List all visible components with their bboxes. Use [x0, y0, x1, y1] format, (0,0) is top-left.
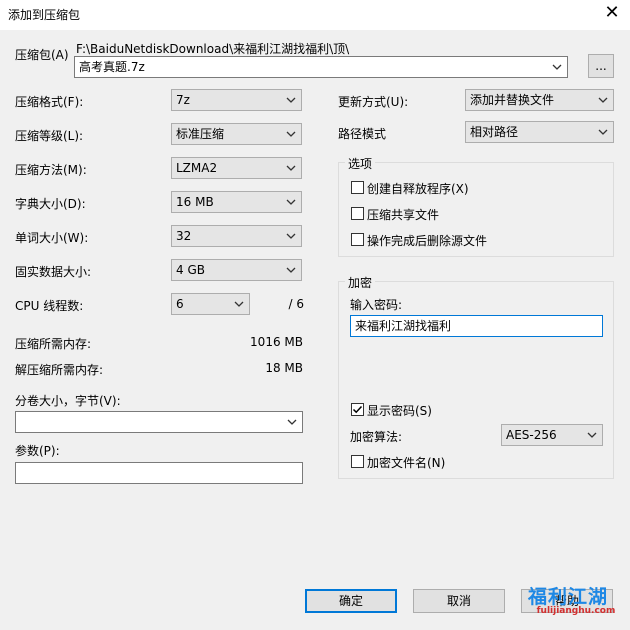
- mem-decompress-value: 18 MB: [265, 361, 303, 375]
- word-value: 32: [176, 229, 192, 243]
- chevron-down-icon: [286, 415, 298, 429]
- chevron-down-icon: [586, 428, 598, 442]
- dict-label: 字典大小(D):: [15, 197, 86, 211]
- volumes-combo[interactable]: [15, 411, 303, 433]
- chevron-down-icon: [597, 93, 609, 107]
- update-value: 添加并替换文件: [470, 93, 555, 107]
- ok-button[interactable]: 确定: [305, 589, 397, 613]
- format-combo[interactable]: 7z: [171, 89, 302, 111]
- params-label: 参数(P):: [15, 444, 60, 458]
- delete-source-label[interactable]: 操作完成后删除源文件: [367, 232, 487, 249]
- method-value: LZMA2: [176, 161, 218, 175]
- encrypt-names-checkbox[interactable]: [351, 455, 364, 468]
- enc-method-label: 加密算法:: [350, 430, 403, 444]
- cancel-button[interactable]: 取消: [413, 589, 505, 613]
- word-label: 单词大小(W):: [15, 231, 89, 245]
- password-value: 来福利江湖找福利: [355, 319, 452, 333]
- mem-compress-label: 压缩所需内存:: [15, 337, 92, 351]
- archive-name-combo[interactable]: 高考真题.7z: [74, 56, 568, 78]
- format-label: 压缩格式(F):: [15, 95, 84, 109]
- pathmode-value: 相对路径: [470, 125, 519, 139]
- chevron-down-icon: [285, 93, 297, 107]
- pathmode-combo[interactable]: 相对路径: [465, 121, 614, 143]
- update-label: 更新方式(U):: [338, 95, 409, 109]
- method-combo[interactable]: LZMA2: [171, 157, 302, 179]
- dict-combo[interactable]: 16 MB: [171, 191, 302, 213]
- level-combo[interactable]: 标准压缩: [171, 123, 302, 145]
- title-bar: [0, 0, 630, 30]
- solid-combo[interactable]: 4 GB: [171, 259, 302, 281]
- password-label: 输入密码:: [350, 298, 403, 312]
- archive-name-value: 高考真题.7z: [79, 60, 145, 74]
- password-input[interactable]: 来福利江湖找福利: [350, 315, 603, 337]
- window-title: 添加到压缩包: [8, 8, 81, 22]
- params-input[interactable]: [15, 462, 303, 484]
- update-combo[interactable]: 添加并替换文件: [465, 89, 614, 111]
- show-password-checkbox[interactable]: [351, 403, 364, 416]
- archive-path: F:\BaiduNetdiskDownload\来福利江湖找福利\顶\: [76, 42, 350, 56]
- dict-value: 16 MB: [176, 195, 214, 209]
- archive-label: 压缩包(A): [15, 48, 69, 62]
- threads-max: / 6: [288, 297, 305, 311]
- mem-compress-value: 1016 MB: [250, 335, 303, 349]
- threads-value: 6: [176, 297, 184, 311]
- encryption-title: 加密: [345, 274, 376, 291]
- chevron-down-icon: [285, 263, 297, 277]
- shared-label[interactable]: 压缩共享文件: [367, 206, 439, 223]
- show-password-label[interactable]: 显示密码(S): [367, 402, 432, 419]
- options-title: 选项: [345, 155, 376, 172]
- chevron-down-icon[interactable]: [551, 60, 563, 74]
- enc-method-value: AES-256: [506, 428, 557, 442]
- solid-label: 固实数据大小:: [15, 265, 92, 279]
- encrypt-names-label[interactable]: 加密文件名(N): [367, 454, 445, 471]
- chevron-down-icon: [285, 161, 297, 175]
- watermark-url: fulijianghu.com: [536, 606, 616, 616]
- method-label: 压缩方法(M):: [15, 163, 87, 177]
- checkmark-icon: [352, 405, 363, 414]
- chevron-down-icon: [285, 127, 297, 141]
- watermark-logo: 福利江湖: [528, 586, 609, 608]
- mem-decompress-label: 解压缩所需内存:: [15, 363, 104, 377]
- sfx-label[interactable]: 创建自释放程序(X): [367, 180, 469, 197]
- volumes-label: 分卷大小，字节(V):: [15, 394, 121, 408]
- enc-method-combo[interactable]: AES-256: [501, 424, 603, 446]
- delete-source-checkbox[interactable]: [351, 233, 364, 246]
- threads-label: CPU 线程数:: [15, 299, 84, 313]
- browse-button[interactable]: ...: [588, 54, 614, 78]
- chevron-down-icon: [285, 229, 297, 243]
- shared-checkbox[interactable]: [351, 207, 364, 220]
- close-icon[interactable]: ✕: [601, 2, 623, 24]
- pathmode-label: 路径模式: [338, 127, 387, 141]
- word-combo[interactable]: 32: [171, 225, 302, 247]
- solid-value: 4 GB: [176, 263, 205, 277]
- chevron-down-icon: [597, 125, 609, 139]
- chevron-down-icon: [285, 195, 297, 209]
- threads-combo[interactable]: 6: [171, 293, 250, 315]
- sfx-checkbox[interactable]: [351, 181, 364, 194]
- format-value: 7z: [176, 93, 190, 107]
- level-label: 压缩等级(L):: [15, 129, 84, 143]
- chevron-down-icon: [233, 297, 245, 311]
- level-value: 标准压缩: [176, 127, 225, 141]
